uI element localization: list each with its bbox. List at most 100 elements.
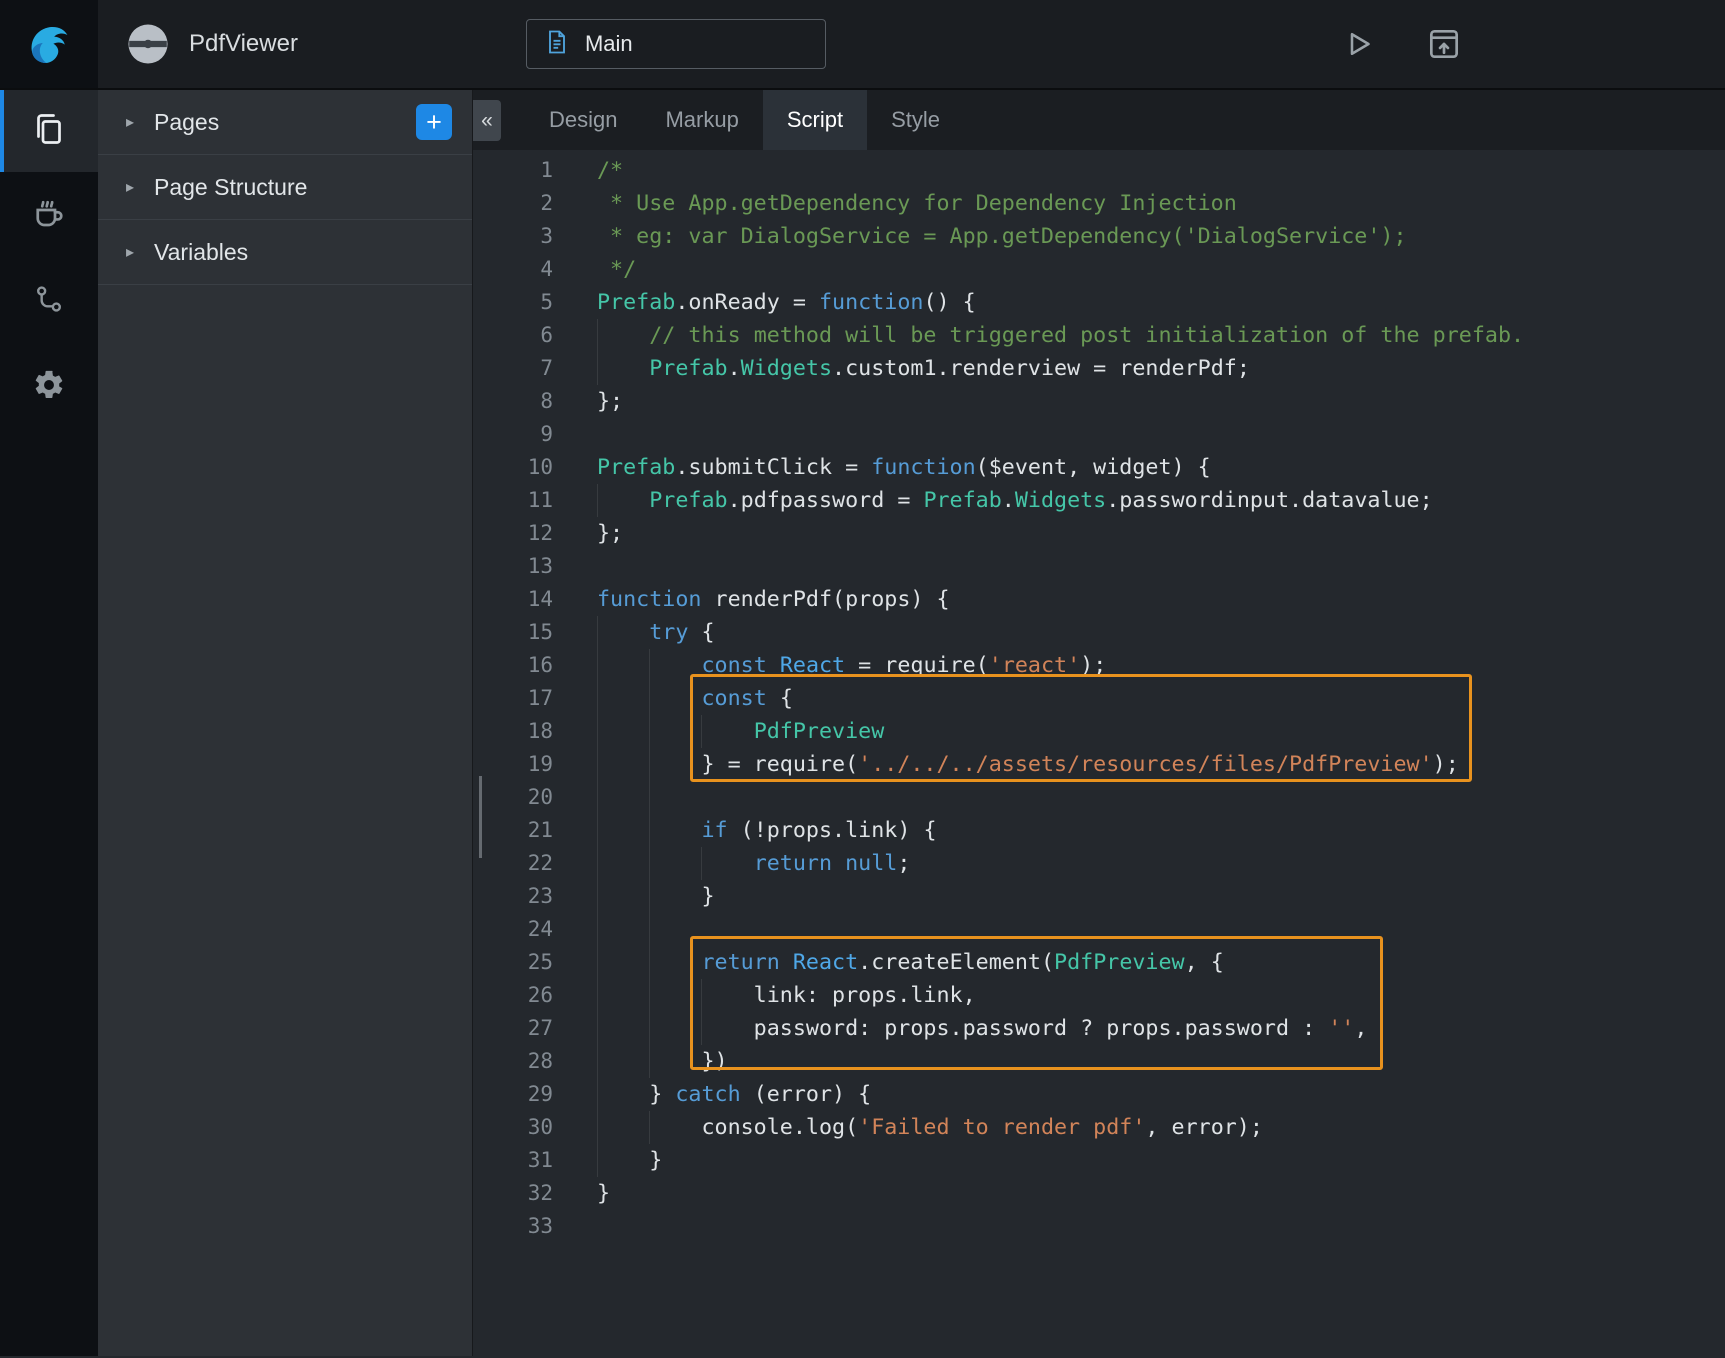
indent-guide bbox=[649, 880, 650, 913]
indent-guide bbox=[649, 946, 650, 979]
sidebar: ▸ Pages + ▸ Page Structure ▸ Variables bbox=[98, 90, 473, 1356]
indent-guide bbox=[597, 781, 598, 814]
code-line-27[interactable]: 27 password: props.password ? props.pass… bbox=[473, 1012, 1725, 1045]
line-number: 13 bbox=[473, 550, 553, 583]
code-line-11[interactable]: 11 Prefab.pdfpassword = Prefab.Widgets.p… bbox=[473, 484, 1725, 517]
tab-script[interactable]: Script bbox=[763, 90, 867, 150]
line-number: 20 bbox=[473, 781, 553, 814]
line-number: 22 bbox=[473, 847, 553, 880]
code-line-16[interactable]: 16 const React = require('react'); bbox=[473, 649, 1725, 682]
code-line-4[interactable]: 4 */ bbox=[473, 253, 1725, 286]
tab-markup[interactable]: Markup bbox=[641, 90, 762, 150]
indent-guide bbox=[597, 616, 598, 649]
caret-right-icon: ▸ bbox=[126, 242, 140, 262]
line-number: 19 bbox=[473, 748, 553, 781]
rail-item-pages[interactable] bbox=[0, 90, 98, 172]
code-line-8[interactable]: 8}; bbox=[473, 385, 1725, 418]
app-icon[interactable] bbox=[125, 21, 171, 67]
code-line-6[interactable]: 6 // this method will be triggered post … bbox=[473, 319, 1725, 352]
page-selector[interactable]: Main bbox=[526, 19, 826, 69]
line-number: 26 bbox=[473, 979, 553, 1012]
line-number: 9 bbox=[473, 418, 553, 451]
line-number: 18 bbox=[473, 715, 553, 748]
indent-guide bbox=[597, 979, 598, 1012]
line-number: 32 bbox=[473, 1177, 553, 1210]
code-line-23[interactable]: 23 } bbox=[473, 880, 1725, 913]
sidebar-section-page-structure[interactable]: ▸ Page Structure bbox=[98, 155, 472, 220]
rail-item-settings[interactable] bbox=[0, 344, 98, 430]
preview-button[interactable] bbox=[1425, 25, 1463, 63]
tab-design[interactable]: Design bbox=[525, 90, 641, 150]
indent-guide bbox=[597, 1144, 598, 1177]
caret-right-icon: ▸ bbox=[126, 177, 140, 197]
add-page-button[interactable]: + bbox=[416, 104, 452, 140]
scrollbar-thumb[interactable] bbox=[479, 776, 482, 858]
run-button[interactable] bbox=[1339, 25, 1377, 63]
code-line-21[interactable]: 21 if (!props.link) { bbox=[473, 814, 1725, 847]
indent-guide bbox=[597, 1111, 598, 1144]
rail-item-java-services[interactable] bbox=[0, 172, 98, 258]
gear-icon bbox=[32, 368, 66, 407]
brand-logo[interactable] bbox=[0, 0, 98, 88]
sidebar-section-variables[interactable]: ▸ Variables bbox=[98, 220, 472, 285]
main-layout: ▸ Pages + ▸ Page Structure ▸ Variables «… bbox=[0, 90, 1725, 1356]
code-line-26[interactable]: 26 link: props.link, bbox=[473, 979, 1725, 1012]
code-line-30[interactable]: 30 console.log('Failed to render pdf', e… bbox=[473, 1111, 1725, 1144]
line-number: 17 bbox=[473, 682, 553, 715]
code-line-13[interactable]: 13 bbox=[473, 550, 1725, 583]
code-line-24[interactable]: 24 bbox=[473, 913, 1725, 946]
indent-guide bbox=[597, 649, 598, 682]
code-line-1[interactable]: 1/* bbox=[473, 154, 1725, 187]
indent-guide bbox=[597, 847, 598, 880]
code-line-31[interactable]: 31 } bbox=[473, 1144, 1725, 1177]
line-number: 29 bbox=[473, 1078, 553, 1111]
code-line-29[interactable]: 29 } catch (error) { bbox=[473, 1078, 1725, 1111]
code-line-15[interactable]: 15 try { bbox=[473, 616, 1725, 649]
collapse-panel-button[interactable]: « bbox=[473, 100, 501, 141]
indent-guide bbox=[597, 1045, 598, 1078]
code-line-3[interactable]: 3 * eg: var DialogService = App.getDepen… bbox=[473, 220, 1725, 253]
code-line-14[interactable]: 14function renderPdf(props) { bbox=[473, 583, 1725, 616]
pages-icon bbox=[31, 111, 67, 152]
code-line-7[interactable]: 7 Prefab.Widgets.custom1.renderview = re… bbox=[473, 352, 1725, 385]
node-link-icon bbox=[33, 283, 65, 320]
code-line-20[interactable]: 20 bbox=[473, 781, 1725, 814]
line-number: 25 bbox=[473, 946, 553, 979]
activity-bar bbox=[0, 90, 98, 1356]
line-number: 28 bbox=[473, 1045, 553, 1078]
code-line-19[interactable]: 19 } = require('../../../assets/resource… bbox=[473, 748, 1725, 781]
code-line-17[interactable]: 17 const { bbox=[473, 682, 1725, 715]
code-line-33[interactable]: 33 bbox=[473, 1210, 1725, 1243]
code-line-32[interactable]: 32} bbox=[473, 1177, 1725, 1210]
code-line-10[interactable]: 10Prefab.submitClick = function($event, … bbox=[473, 451, 1725, 484]
code-line-25[interactable]: 25 return React.createElement(PdfPreview… bbox=[473, 946, 1725, 979]
sidebar-section-pages[interactable]: ▸ Pages + bbox=[98, 90, 472, 155]
code-line-22[interactable]: 22 return null; bbox=[473, 847, 1725, 880]
indent-guide bbox=[649, 1012, 650, 1045]
tab-style[interactable]: Style bbox=[867, 90, 964, 150]
indent-guide bbox=[597, 715, 598, 748]
line-number: 16 bbox=[473, 649, 553, 682]
indent-guide bbox=[597, 682, 598, 715]
code-line-28[interactable]: 28 }) bbox=[473, 1045, 1725, 1078]
line-number: 33 bbox=[473, 1210, 553, 1243]
line-number: 15 bbox=[473, 616, 553, 649]
line-number: 7 bbox=[473, 352, 553, 385]
code-line-2[interactable]: 2 * Use App.getDependency for Dependency… bbox=[473, 187, 1725, 220]
indent-guide bbox=[649, 781, 650, 814]
indent-guide bbox=[649, 1045, 650, 1078]
plus-icon: + bbox=[426, 109, 442, 136]
editor-tabs: DesignMarkupScriptStyle bbox=[473, 90, 1725, 150]
code-line-9[interactable]: 9 bbox=[473, 418, 1725, 451]
code-line-18[interactable]: 18 PdfPreview bbox=[473, 715, 1725, 748]
line-number: 5 bbox=[473, 286, 553, 319]
rail-item-bindings[interactable] bbox=[0, 258, 98, 344]
line-number: 21 bbox=[473, 814, 553, 847]
code-line-12[interactable]: 12}; bbox=[473, 517, 1725, 550]
indent-guide bbox=[649, 1111, 650, 1144]
code-line-5[interactable]: 5Prefab.onReady = function() { bbox=[473, 286, 1725, 319]
sidebar-section-label: Variables bbox=[154, 239, 452, 266]
line-number: 31 bbox=[473, 1144, 553, 1177]
line-number: 27 bbox=[473, 1012, 553, 1045]
indent-guide bbox=[597, 748, 598, 781]
